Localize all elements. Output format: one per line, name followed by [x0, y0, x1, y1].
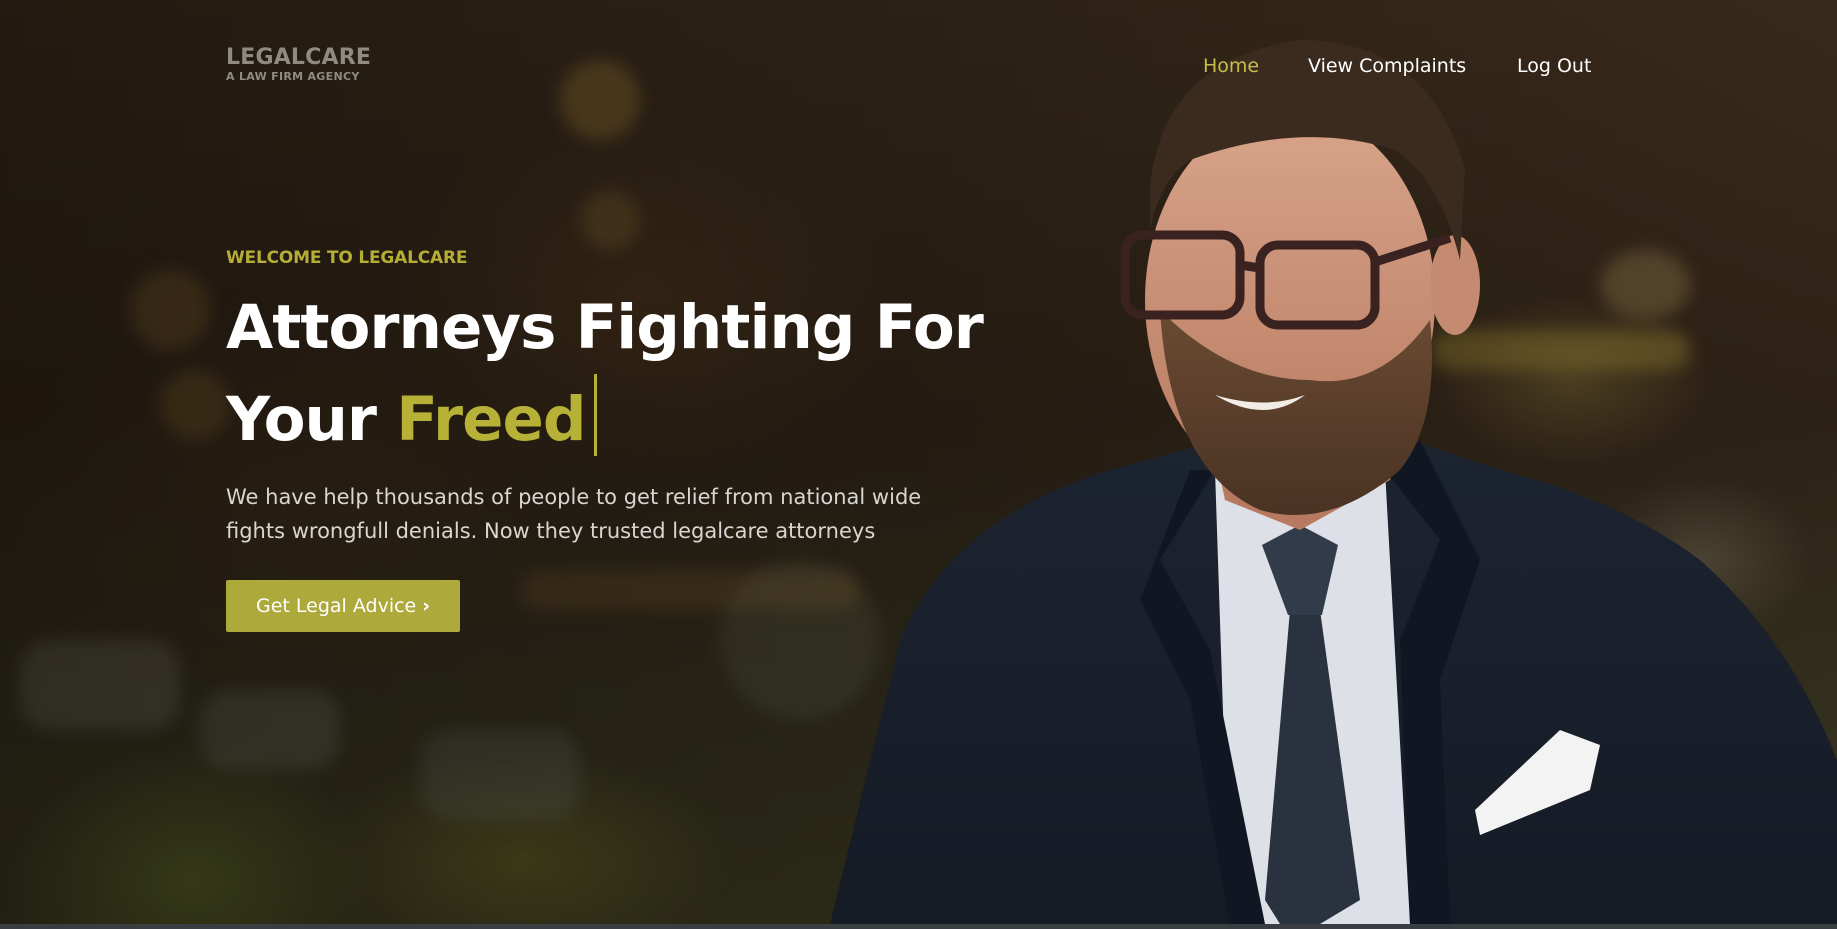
cta-label: Get Legal Advice: [256, 595, 417, 617]
nav-item-home[interactable]: Home: [1203, 54, 1259, 78]
typing-cursor: [593, 374, 597, 456]
headline-typed-word: Freed: [396, 384, 586, 455]
chevron-right-icon: ›: [422, 595, 431, 617]
headline-prefix: Your: [226, 384, 377, 455]
headline-line-1: Attorneys Fighting For: [226, 292, 984, 363]
nav-item-view-complaints[interactable]: View Complaints: [1308, 54, 1466, 78]
nav-item-log-out[interactable]: Log Out: [1517, 54, 1591, 78]
hero-description: We have help thousands of people to get …: [226, 485, 922, 543]
hero-content: WELCOME TO LEGALCARE Attorneys Fighting …: [226, 244, 984, 632]
hero-eyebrow: WELCOME TO LEGALCARE: [226, 248, 468, 268]
brand-tagline: A LAW FIRM AGENCY: [226, 70, 360, 83]
headline-line-2: Your Freed: [226, 374, 926, 466]
hero-headline: Attorneys Fighting For Your Freed: [226, 282, 984, 466]
brand-name: LEGALCARE: [226, 45, 372, 70]
get-legal-advice-button[interactable]: Get Legal Advice ›: [226, 580, 461, 632]
brand-logo[interactable]: LEGALCARE A LAW FIRM AGENCY: [226, 45, 372, 84]
